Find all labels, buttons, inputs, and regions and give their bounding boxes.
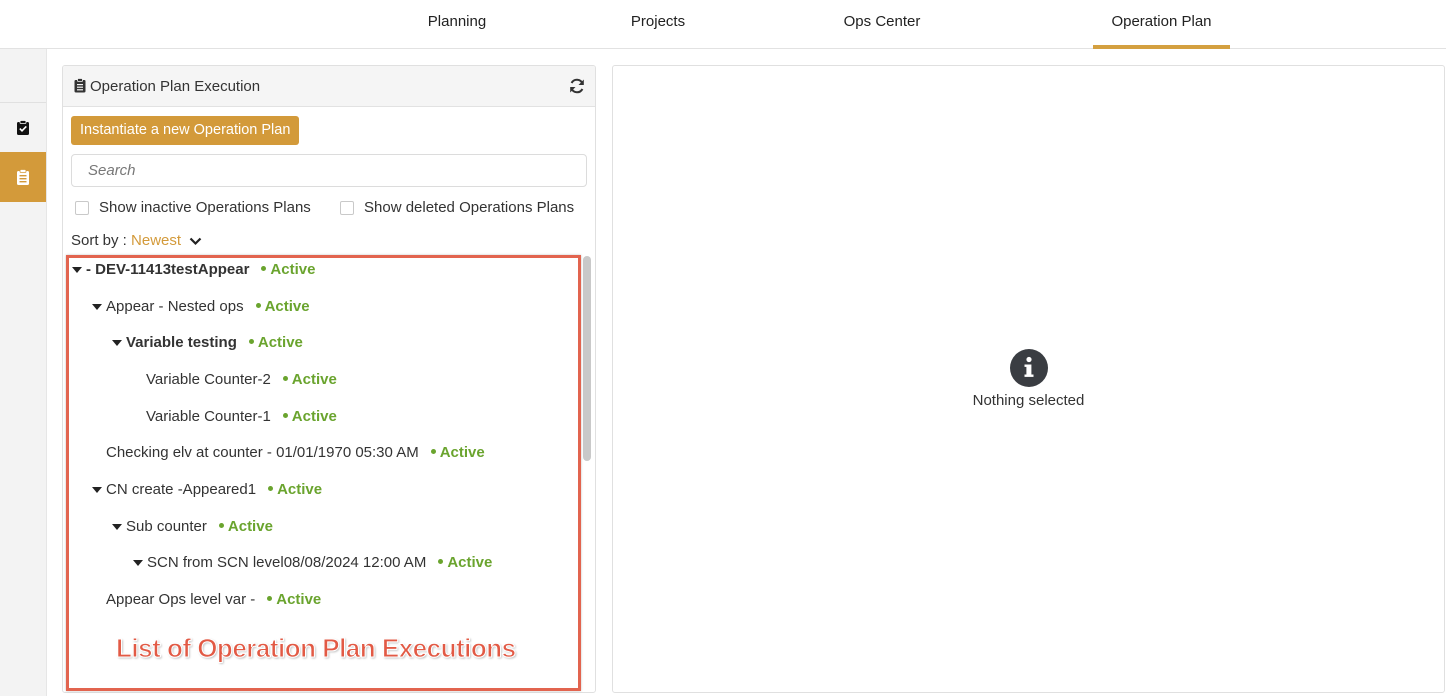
tab-ops-center[interactable]: Ops Center	[832, 0, 932, 49]
tree-item[interactable]: CN create -Appeared1 Active	[92, 481, 322, 498]
tree-item[interactable]: Checking elv at counter - 01/01/1970 05:…	[106, 444, 485, 461]
search-input[interactable]	[71, 154, 587, 187]
panel-title: Operation Plan Execution	[90, 78, 261, 95]
tree-item-name: Sub counter	[126, 518, 207, 535]
status-badge: Active	[268, 481, 322, 498]
clipboard-list-icon	[17, 168, 29, 185]
status-badge: Active	[218, 518, 273, 535]
status-badge: Active	[430, 444, 485, 461]
status-badge: Active	[267, 591, 321, 608]
empty-state-text: Nothing selected	[972, 392, 1085, 409]
show-deleted-label: Show deleted Operations Plans	[364, 199, 575, 216]
clipboard-check-icon	[17, 119, 29, 135]
status-badge: Active	[261, 261, 315, 278]
caret-down-icon[interactable]	[112, 339, 122, 346]
tree-item-name: Variable Counter-1	[146, 408, 271, 425]
info-icon	[1010, 349, 1048, 387]
caret-down-icon[interactable]	[112, 523, 122, 530]
instantiate-operation-plan-button[interactable]: Instantiate a new Operation Plan	[71, 116, 300, 145]
caret-down-icon[interactable]	[92, 486, 102, 493]
tab-projects[interactable]: Projects	[620, 0, 696, 49]
tree-item-name: Checking elv at counter - 01/01/1970 05:…	[106, 444, 419, 461]
chevron-down-icon[interactable]	[189, 237, 202, 246]
tree-item-name: Variable testing	[126, 334, 237, 351]
tree-item[interactable]: Variable Counter-1 Active	[146, 408, 337, 425]
status-badge: Active	[438, 554, 492, 571]
annotation-label: List of Operation Plan Executions	[116, 633, 517, 664]
status-badge: Active	[255, 298, 310, 315]
tab-operation-plan[interactable]: Operation Plan	[1093, 0, 1230, 49]
caret-down-icon[interactable]	[133, 559, 143, 566]
tree-item[interactable]: - DEV-11413testAppear Active	[72, 261, 315, 278]
tree-item-name: SCN from SCN level08/08/2024 12:00 AM	[147, 554, 427, 571]
status-badge: Active	[282, 408, 337, 425]
side-rail	[0, 49, 47, 696]
tree-item-name: CN create -Appeared1	[106, 481, 257, 498]
tree-item-name: Variable Counter-2	[146, 371, 271, 388]
top-nav: Planning Projects Ops Center Operation P…	[0, 0, 1446, 49]
tree-item[interactable]: Variable testing Active	[112, 334, 303, 351]
detail-panel: Nothing selected	[612, 65, 1445, 693]
show-inactive-label: Show inactive Operations Plans	[99, 199, 311, 216]
status-badge: Active	[282, 371, 337, 388]
tab-planning[interactable]: Planning	[418, 0, 496, 49]
tree-scrollbar[interactable]	[583, 256, 591, 461]
clipboard-icon	[74, 78, 86, 93]
rail-item-operation-plan[interactable]	[0, 152, 46, 202]
caret-down-icon[interactable]	[92, 303, 102, 310]
tree-item-name: - DEV-11413testAppear	[86, 261, 250, 278]
tree-item[interactable]: Sub counter Active	[112, 518, 273, 535]
sort-control: Sort by : Newest	[71, 232, 202, 249]
show-deleted-option[interactable]: Show deleted Operations Plans	[340, 199, 574, 216]
show-deleted-checkbox[interactable]	[340, 200, 354, 215]
sort-label: Sort by :	[71, 232, 127, 249]
caret-down-icon[interactable]	[72, 266, 82, 273]
show-inactive-option[interactable]: Show inactive Operations Plans	[75, 199, 311, 216]
status-badge: Active	[248, 334, 303, 351]
rail-item-checklist[interactable]	[0, 102, 46, 152]
panel-header: Operation Plan Execution	[63, 66, 595, 107]
tree-item[interactable]: Appear Ops level var - Active	[106, 591, 321, 608]
tree-item[interactable]: Variable Counter-2 Active	[146, 371, 337, 388]
refresh-icon[interactable]	[568, 77, 586, 95]
operation-plan-execution-panel: Operation Plan Execution Instantiate a n…	[62, 65, 596, 693]
tree-item-name: Appear - Nested ops	[106, 298, 244, 315]
sort-value[interactable]: Newest	[131, 232, 181, 249]
show-inactive-checkbox[interactable]	[75, 200, 89, 215]
tree-item[interactable]: SCN from SCN level08/08/2024 12:00 AM Ac…	[133, 554, 492, 571]
tree-item-name: Appear Ops level var -	[106, 591, 256, 608]
tree-item[interactable]: Appear - Nested ops Active	[92, 298, 310, 315]
